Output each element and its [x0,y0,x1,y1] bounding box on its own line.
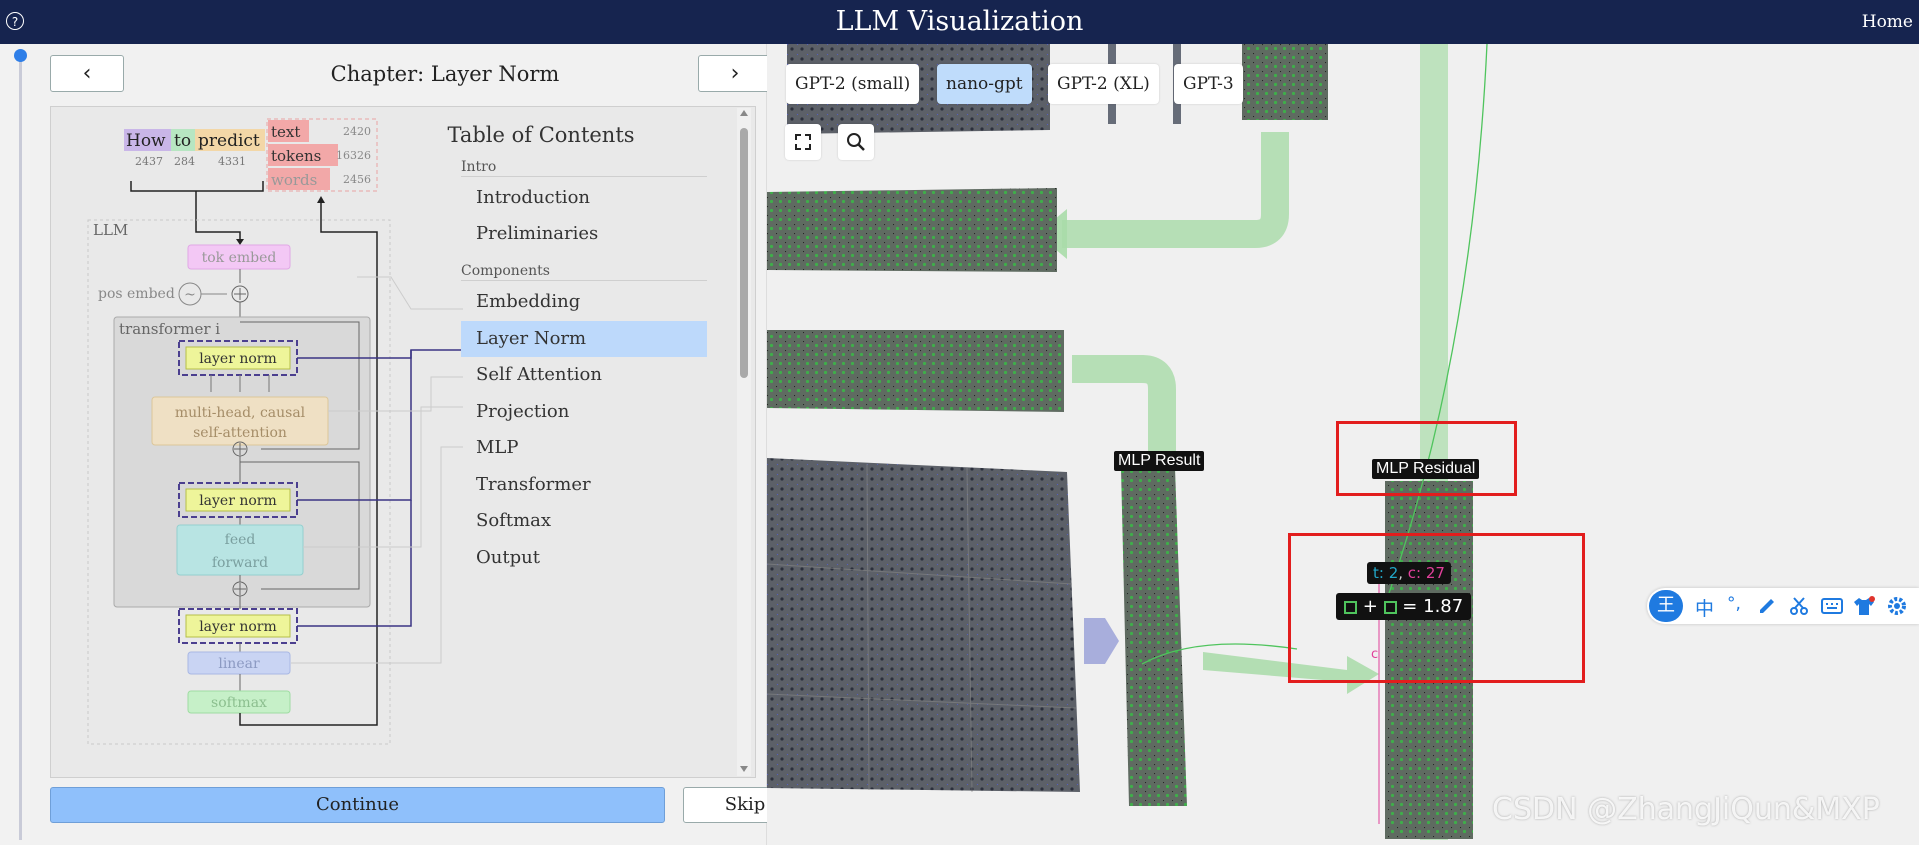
flow-arrow-green [1062,132,1289,248]
toc-item-mlp[interactable]: MLP [461,430,707,466]
toc-item-transformer[interactable]: Transformer [461,467,707,503]
scroll-up-icon[interactable] [740,110,748,116]
highlight-box [1336,421,1517,496]
scroll-down-icon[interactable] [740,766,748,772]
progress-indicator[interactable] [14,49,27,62]
next-chapter-button[interactable]: › [698,55,772,92]
fullscreen-button[interactable] [785,124,821,160]
watermark: CSDN @ZhangJiQun&MXP [1492,792,1880,827]
llm-label: LLM [93,221,128,239]
ime-toolbar[interactable]: 王 中 °, [1647,588,1919,624]
toc-title: Table of Contents [447,123,635,147]
top-bar: ? LLM Visualization Home [0,0,1919,44]
linear-label: linear [218,656,260,672]
layer-norm-label: layer norm [199,351,277,367]
attention-label: self-attention [193,425,287,441]
model-button-gpt3[interactable]: GPT-3 [1174,64,1243,104]
toc-section-components: Components [461,263,707,281]
layer-norm-label: layer norm [199,493,277,509]
shirt-icon[interactable] [1853,596,1875,616]
token-id: 2437 [135,155,163,168]
toc-item-softmax[interactable]: Softmax [461,503,707,539]
scissors-icon[interactable] [1789,596,1809,616]
feed-forward-label: feed [225,532,256,548]
attention-label: multi-head, causal [175,405,306,421]
toc-item-self-attention[interactable]: Self Attention [461,357,707,393]
matrix-block [767,330,1064,412]
toc-item-output[interactable]: Output [461,540,707,576]
toc-item-introduction[interactable]: Introduction [461,180,707,216]
mlp-result-matrix [1121,468,1187,806]
sine-glyph: ~ [184,287,196,303]
model-button-nano-gpt[interactable]: nano-gpt [937,64,1032,104]
stat-value: 2420 [343,125,371,138]
walkthrough-panel: ‹ Chapter: Layer Norm › How to predict 2… [30,44,807,845]
prev-chapter-button[interactable]: ‹ [50,55,124,92]
token-word: predict [198,131,260,151]
stat-value: 16326 [336,149,371,162]
ime-punctuation-toggle[interactable]: °, [1727,594,1741,614]
arrow-head [236,239,244,245]
layer-norm-label: layer norm [199,619,277,635]
softmax-label: softmax [211,695,267,711]
continue-button[interactable]: Continue [50,787,665,823]
matrix-block [767,458,1080,792]
model-button-gpt2-xl[interactable]: GPT-2 (XL) [1048,64,1159,104]
token-word: How [126,131,166,151]
keyboard-icon[interactable] [1821,597,1843,615]
pen-icon[interactable] [1757,596,1777,616]
toc-item-projection[interactable]: Projection [461,394,707,430]
mlp-result-label: MLP Result [1114,451,1205,471]
model-button-gpt2-small[interactable]: GPT-2 (small) [786,64,920,104]
token-brace [130,181,264,192]
visualization-canvas[interactable]: GPT-2 (small) nano-gpt GPT-2 (XL) GPT-3 … [767,44,1919,845]
toc-item-embedding[interactable]: Embedding [461,284,707,320]
home-link[interactable]: Home [1862,12,1913,32]
plus-glyph [234,288,246,300]
expand-icon [795,134,811,150]
chevron-left-icon: ‹ [82,61,92,86]
token-id: 4331 [218,155,246,168]
token-word: to [174,131,191,151]
matrix-block [1242,44,1328,120]
stat-label: tokens [271,147,321,165]
progress-rail[interactable] [19,50,22,840]
pos-embed-label: pos embed [98,286,175,302]
toc-section-intro: Intro [461,159,707,177]
scrollbar-thumb[interactable] [740,128,748,378]
viewport-scrollbar[interactable] [737,108,751,776]
chevron-right-icon: › [730,61,740,86]
transformer-label: transformer i [119,320,220,338]
chapter-viewport[interactable]: How to predict 2437 284 4331 text tokens… [50,106,756,778]
flow-arrow [195,191,241,243]
matrix-block [767,188,1057,272]
tok-embed-label: tok embed [202,250,277,266]
feed-forward-label: forward [212,555,268,571]
gear-icon[interactable] [1887,596,1907,616]
toc-connector-faint [357,276,463,310]
arrow-head [317,196,325,203]
flow-arrow-blue [1084,618,1119,664]
chapter-title: Chapter: Layer Norm [330,62,560,86]
flow-arrow-green [1072,355,1176,464]
toc-item-layer-norm[interactable]: Layer Norm [461,321,707,357]
stat-label: text [271,123,300,141]
highlight-box [1288,533,1585,683]
stat-label: words [271,171,317,189]
token-id: 284 [174,155,195,168]
search-button[interactable] [838,124,874,160]
search-icon [847,133,865,151]
ime-language-toggle[interactable]: 中 [1695,594,1714,621]
toc-item-preliminaries[interactable]: Preliminaries [461,216,707,252]
ime-logo-icon[interactable]: 王 [1649,590,1683,622]
stat-value: 2456 [343,173,371,186]
app-title: LLM Visualization [835,6,1084,37]
